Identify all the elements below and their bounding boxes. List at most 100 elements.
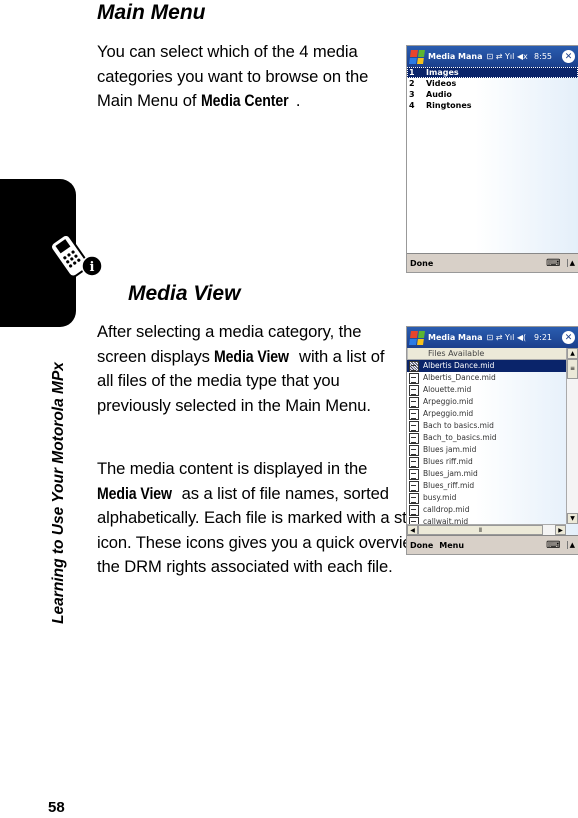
menu-item-videos[interactable]: 2 Videos: [407, 78, 578, 89]
file-name: Blues_jam.mid: [423, 469, 478, 478]
main-menu-paragraph: You can select which of the 4 media cate…: [97, 40, 397, 114]
page-number: 58: [48, 799, 65, 816]
drm-status-icon: [409, 372, 419, 384]
media-view-screenshot: Media Mana ⊡ ⇄ Yıl ◀( 9:21 ✕ Files Avail…: [406, 326, 578, 555]
vertical-scrollbar[interactable]: ▲ ≡ ▼: [566, 348, 578, 524]
file-name: Blues jam.mid: [423, 445, 477, 454]
files-column-header[interactable]: Files Available: [407, 348, 578, 360]
item-label: Videos: [426, 79, 457, 88]
menu-area: 1 Images 2 Videos 3 Audio 4 Ringtones: [407, 67, 578, 253]
file-name: calldrop.mid: [423, 505, 470, 514]
drm-status-icon: [409, 468, 419, 480]
scroll-right-button[interactable]: ▶: [555, 525, 566, 535]
drm-status-icon: [409, 492, 419, 504]
drm-status-icon: [409, 408, 419, 420]
file-name: Bach to basics.mid: [423, 421, 494, 430]
drm-status-icon: [409, 396, 419, 408]
file-name: callwait.mid: [423, 517, 469, 524]
media-view-heading: Media View: [128, 282, 241, 305]
drm-status-icon: [409, 516, 419, 524]
close-icon[interactable]: ✕: [562, 331, 575, 344]
svg-text:i: i: [90, 260, 95, 275]
ui-term: Media Center: [200, 91, 289, 110]
file-row[interactable]: Blues jam.mid: [407, 444, 566, 456]
keyboard-icon[interactable]: ⌨: [546, 258, 560, 269]
file-name: Alouette.mid: [423, 385, 472, 394]
item-number: 2: [409, 79, 415, 88]
main-menu-heading: Main Menu: [97, 1, 206, 24]
media-view-paragraph-1: After selecting a media category, the sc…: [97, 322, 385, 415]
drm-status-icon: [409, 444, 419, 456]
ui-term: Media View: [97, 483, 172, 503]
windows-start-icon[interactable]: [409, 330, 425, 345]
ui-term: Media View: [214, 346, 290, 366]
menu-item-ringtones[interactable]: 4 Ringtones: [407, 100, 578, 111]
item-number: 3: [409, 90, 415, 99]
clock: 9:21: [534, 333, 552, 342]
file-row[interactable]: busy.mid: [407, 492, 566, 504]
file-row[interactable]: calldrop.mid: [407, 504, 566, 516]
file-name: Blues_riff.mid: [423, 481, 475, 490]
item-number: 4: [409, 101, 415, 110]
app-title: Media Mana: [428, 333, 483, 342]
scroll-up-button[interactable]: ▲: [567, 348, 578, 359]
done-softkey[interactable]: Done: [410, 541, 433, 550]
horizontal-scrollbar[interactable]: ◀ Ⅱ ▶: [407, 524, 566, 535]
file-row[interactable]: Arpeggio.mid: [407, 396, 566, 408]
scroll-down-button[interactable]: ▼: [567, 513, 578, 524]
keyboard-icon[interactable]: ⌨: [546, 540, 560, 551]
item-number: 1: [409, 68, 415, 77]
input-arrow-icon[interactable]: ▲: [566, 541, 575, 549]
app-title: Media Mana: [428, 52, 483, 61]
file-area: Files Available Albertis Dance.mid Albert…: [407, 348, 578, 535]
close-icon[interactable]: ✕: [562, 50, 575, 63]
file-row[interactable]: Arpeggio.mid: [407, 408, 566, 420]
command-bar: Done Menu ⌨ ▲: [407, 535, 578, 554]
menu-softkey[interactable]: Menu: [439, 541, 464, 550]
item-label: Images: [426, 68, 459, 77]
drm-status-icon: [409, 456, 419, 468]
scroll-thumb[interactable]: ≡: [567, 359, 578, 379]
file-name: busy.mid: [423, 493, 457, 502]
file-row[interactable]: Blues riff.mid: [407, 456, 566, 468]
phone-info-icon: i: [50, 228, 103, 278]
scroll-left-button[interactable]: ◀: [407, 525, 418, 535]
h-scroll-thumb[interactable]: Ⅱ: [418, 525, 543, 535]
file-row[interactable]: Blues_jam.mid: [407, 468, 566, 480]
drm-status-icon: [409, 384, 419, 396]
file-name: Albertis Dance.mid: [423, 361, 495, 370]
file-name: Albertis_Dance.mid: [423, 373, 496, 382]
file-name: Arpeggio.mid: [423, 409, 474, 418]
item-label: Ringtones: [426, 101, 472, 110]
input-arrow-icon[interactable]: ▲: [566, 259, 575, 267]
side-title: Learning to Use Your Motorola MPx: [50, 361, 67, 624]
command-bar: Done ⌨ ▲: [407, 253, 578, 272]
status-icons: ⊡ ⇄ Yıl ◀(: [486, 333, 527, 342]
file-row[interactable]: callwait.mid: [407, 516, 566, 524]
status-icons: ⊡ ⇄ Yıl ◀x: [486, 52, 528, 61]
drm-status-icon: [409, 420, 419, 432]
drm-status-icon: [409, 360, 419, 372]
file-row[interactable]: Albertis Dance.mid: [407, 360, 566, 372]
file-row[interactable]: Alouette.mid: [407, 384, 566, 396]
file-row[interactable]: Bach to basics.mid: [407, 420, 566, 432]
menu-item-audio[interactable]: 3 Audio: [407, 89, 578, 100]
done-softkey[interactable]: Done: [410, 259, 433, 268]
windows-start-icon[interactable]: [409, 49, 425, 64]
drm-status-icon: [409, 432, 419, 444]
file-row[interactable]: Blues_riff.mid: [407, 480, 566, 492]
file-name: Bach_to_basics.mid: [423, 433, 497, 442]
drm-status-icon: [409, 480, 419, 492]
menu-item-images[interactable]: 1 Images: [407, 67, 578, 78]
drm-status-icon: [409, 504, 419, 516]
file-name: Blues riff.mid: [423, 457, 473, 466]
file-name: Arpeggio.mid: [423, 397, 474, 406]
clock: 8:55: [534, 52, 552, 61]
file-row[interactable]: Albertis_Dance.mid: [407, 372, 566, 384]
title-bar: Media Mana ⊡ ⇄ Yıl ◀( 9:21 ✕: [407, 327, 578, 348]
main-menu-screenshot: Media Mana ⊡ ⇄ Yıl ◀x 8:55 ✕ 1 Images 2 Vid…: [406, 45, 578, 273]
file-row[interactable]: Bach_to_basics.mid: [407, 432, 566, 444]
title-bar: Media Mana ⊡ ⇄ Yıl ◀x 8:55 ✕: [407, 46, 578, 67]
media-view-paragraph-2: The media content is displayed in the Me…: [97, 459, 442, 576]
item-label: Audio: [426, 90, 452, 99]
